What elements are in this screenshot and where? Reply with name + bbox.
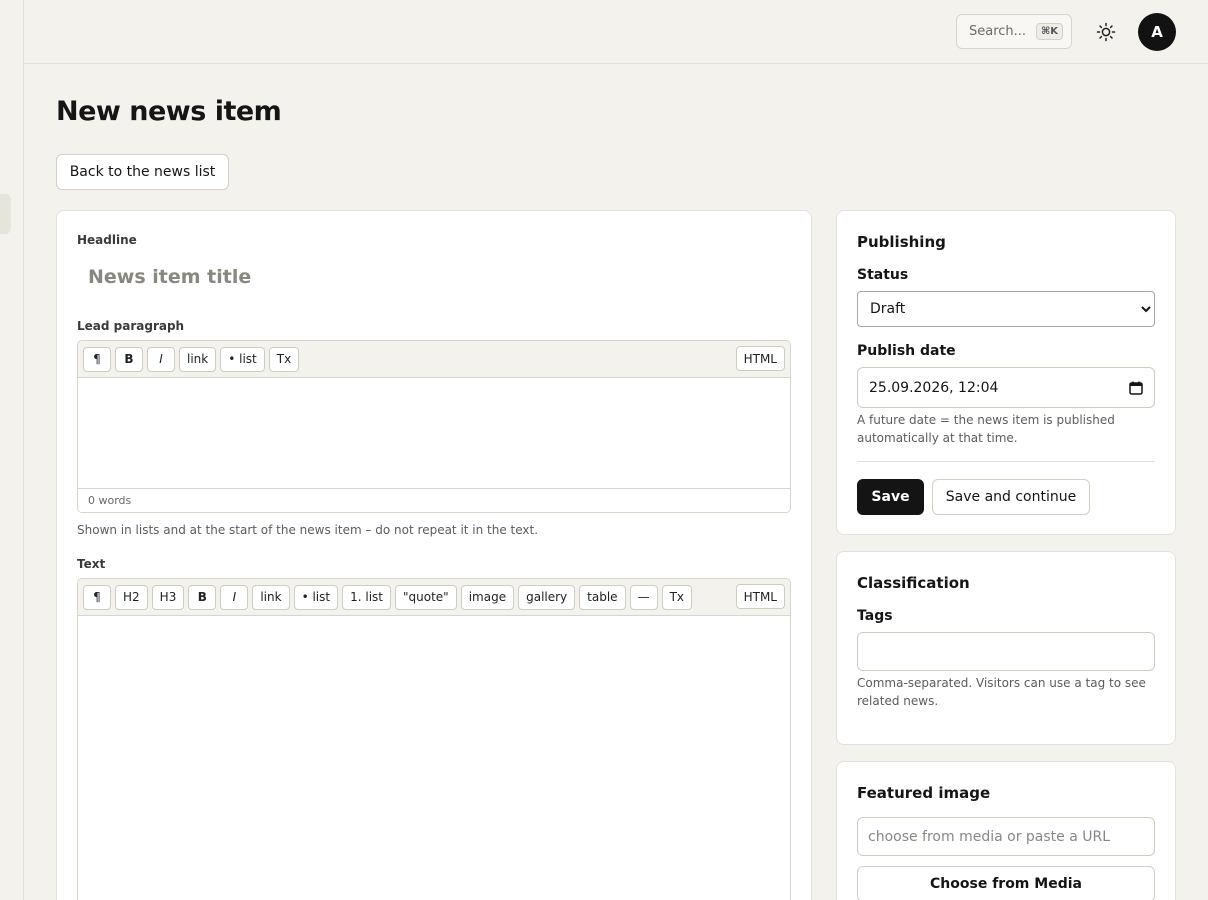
calendar-icon[interactable]	[1129, 381, 1143, 395]
classification-title: Classification	[857, 574, 970, 592]
lead-bullet-list-button[interactable]: • list	[220, 346, 265, 372]
news-content-card: Headline Lead paragraph ¶ B I link • lis…	[56, 210, 812, 900]
lead-html-button[interactable]: HTML	[735, 346, 785, 371]
theme-toggle-button[interactable]	[1094, 20, 1118, 44]
lead-word-count: 0 words	[78, 488, 790, 512]
top-bar: Search... ⌘K A	[24, 0, 1208, 64]
publish-date-input[interactable]: 25.09.2026, 12:04	[857, 367, 1155, 408]
user-avatar[interactable]: A	[1138, 13, 1176, 51]
text-h3-button[interactable]: H3	[151, 584, 185, 610]
back-to-list-button[interactable]: Back to the news list	[56, 154, 229, 190]
tags-label: Tags	[857, 608, 893, 624]
publish-date-label: Publish date	[857, 343, 956, 359]
featured-image-url-input[interactable]	[857, 817, 1155, 856]
lead-clear-format-button[interactable]: Tx	[268, 346, 300, 372]
sidebar-toggle-handle[interactable]	[0, 194, 11, 234]
lead-bold-button[interactable]: B	[115, 346, 143, 372]
lead-editor-toolbar: ¶ B I link • list Tx HTML	[78, 341, 790, 378]
text-h2-button[interactable]: H2	[115, 584, 148, 610]
text-paragraph-format-button[interactable]: ¶	[83, 584, 111, 610]
sun-icon	[1096, 22, 1116, 42]
headline-input[interactable]	[77, 259, 777, 295]
publishing-card: Publishing Status Draft Publish date 25.…	[836, 210, 1176, 535]
text-horizontal-rule-button[interactable]: —	[629, 584, 658, 610]
publish-date-value: 25.09.2026, 12:04	[869, 379, 999, 396]
text-gallery-button[interactable]: gallery	[518, 584, 576, 610]
lead-paragraph-label: Lead paragraph	[77, 319, 185, 333]
text-bullet-list-button[interactable]: • list	[293, 584, 339, 610]
lead-paragraph-hint: Shown in lists and at the start of the n…	[77, 523, 539, 537]
text-italic-button[interactable]: I	[220, 584, 249, 610]
text-editor: ¶ H2 H3 B I link • list 1. list "quote" …	[77, 578, 791, 900]
search-placeholder: Search...	[969, 24, 1027, 39]
lead-paragraph-format-button[interactable]: ¶	[83, 346, 111, 372]
text-editor-toolbar: ¶ H2 H3 B I link • list 1. list "quote" …	[78, 579, 790, 616]
publishing-title: Publishing	[857, 233, 946, 251]
tags-hint: Comma-separated. Visitors can use a tag …	[857, 676, 1146, 708]
classification-card: Classification Tags Comma-separated. Vis…	[836, 551, 1176, 745]
publish-date-hint: A future date = the news item is publish…	[857, 413, 1115, 445]
search-button[interactable]: Search... ⌘K	[956, 14, 1072, 49]
featured-image-card: Featured image Choose from Media	[836, 761, 1176, 900]
sidebar-collapsed	[0, 0, 24, 900]
text-label: Text	[77, 557, 106, 571]
text-link-button[interactable]: link	[252, 584, 290, 610]
headline-label: Headline	[77, 233, 137, 247]
status-select[interactable]: Draft	[857, 291, 1155, 327]
text-quote-button[interactable]: "quote"	[395, 584, 457, 610]
text-numbered-list-button[interactable]: 1. list	[342, 584, 391, 610]
publishing-divider	[857, 461, 1155, 462]
choose-from-media-button[interactable]: Choose from Media	[857, 866, 1155, 900]
status-label: Status	[857, 267, 909, 283]
lead-italic-button[interactable]: I	[147, 346, 175, 372]
lead-editor-content[interactable]	[78, 378, 790, 488]
tags-input[interactable]	[857, 632, 1155, 671]
lead-link-button[interactable]: link	[179, 346, 217, 372]
save-button[interactable]: Save	[857, 479, 924, 515]
text-clear-format-button[interactable]: Tx	[661, 584, 692, 610]
save-and-continue-button[interactable]: Save and continue	[932, 479, 1090, 515]
lead-paragraph-editor: ¶ B I link • list Tx HTML 0 words	[77, 340, 791, 513]
text-bold-button[interactable]: B	[188, 584, 217, 610]
text-html-button[interactable]: HTML	[735, 584, 785, 609]
text-image-button[interactable]: image	[460, 584, 515, 610]
text-editor-content[interactable]	[78, 616, 790, 900]
page-title: New news item	[56, 96, 282, 127]
featured-image-title: Featured image	[857, 784, 991, 802]
search-shortcut-badge: ⌘K	[1035, 23, 1063, 40]
text-table-button[interactable]: table	[579, 584, 626, 610]
